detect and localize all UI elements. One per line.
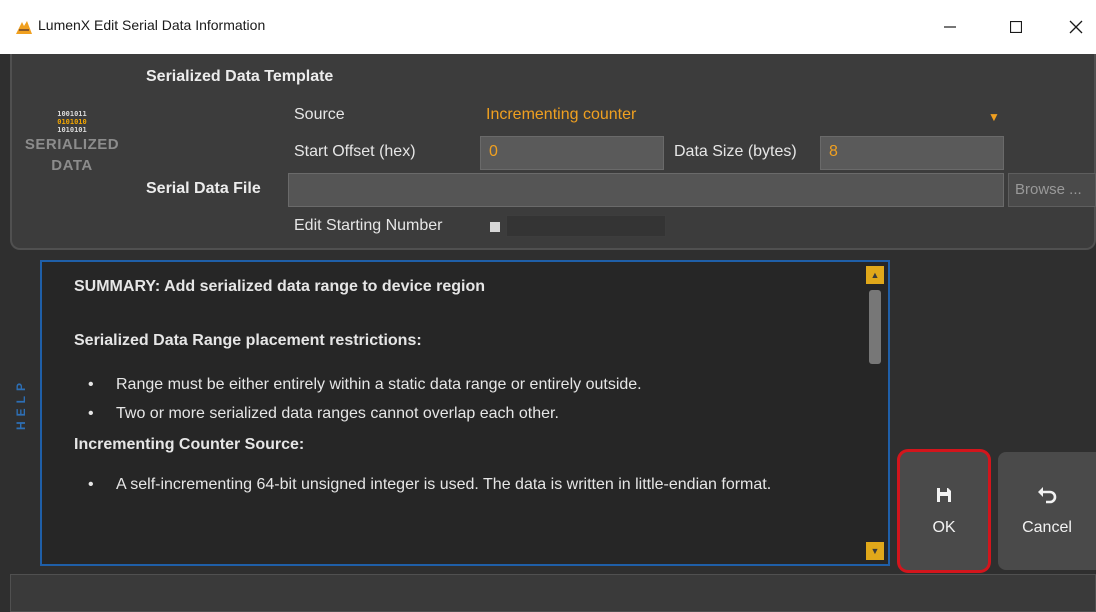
- logo-bits-row: 0101010: [57, 118, 87, 126]
- list-item-text: Two or more serialized data ranges canno…: [116, 405, 559, 422]
- maximize-icon: [1010, 21, 1022, 33]
- minimize-icon: [944, 26, 956, 28]
- list-item: • A self-incrementing 64-bit unsigned int…: [88, 476, 772, 493]
- source-dropdown[interactable]: Incrementing counter: [486, 106, 636, 124]
- counter-list: • A self-incrementing 64-bit unsigned int…: [88, 474, 844, 495]
- help-tab[interactable]: HELP: [14, 354, 34, 454]
- serialized-data-logo: 1001011 0101010 1010101 SERIALIZED DATA: [22, 110, 122, 200]
- maximize-button[interactable]: [986, 0, 1046, 54]
- help-summary: SUMMARY: Add serialized data range to de…: [74, 278, 486, 295]
- help-content: SUMMARY: Add serialized data range to de…: [74, 278, 844, 503]
- help-panel: SUMMARY: Add serialized data range to de…: [40, 260, 890, 566]
- cancel-label: Cancel: [1022, 519, 1072, 536]
- list-item-text: Range must be either entirely within a s…: [116, 376, 642, 393]
- start-offset-input[interactable]: 0: [480, 136, 664, 170]
- data-size-input[interactable]: 8: [820, 136, 1004, 170]
- ok-label: OK: [932, 519, 956, 536]
- restrictions-list: • Range must be either entirely within a …: [88, 374, 844, 424]
- scroll-down-button[interactable]: ▼: [866, 542, 884, 560]
- ok-button[interactable]: OK: [900, 452, 988, 570]
- logo-bits-row: 1010101: [57, 126, 87, 134]
- restrictions-heading: Serialized Data Range placement restrict…: [74, 332, 422, 349]
- undo-icon: [1037, 485, 1057, 505]
- minimize-button[interactable]: [920, 0, 980, 54]
- chevron-down-icon: ▼: [870, 546, 880, 556]
- close-icon: [1069, 20, 1083, 34]
- chevron-up-icon: ▲: [870, 270, 880, 280]
- list-item-text: A self-incrementing 64-bit unsigned inte…: [116, 476, 772, 493]
- source-label: Source: [294, 106, 345, 123]
- data-size-label: Data Size (bytes): [674, 143, 797, 160]
- logo-word-data: DATA: [51, 157, 93, 174]
- edit-starting-number-label: Edit Starting Number: [294, 217, 443, 234]
- list-item: • Two or more serialized data ranges cann…: [88, 405, 559, 422]
- starting-number-input[interactable]: [506, 215, 666, 237]
- scroll-up-button[interactable]: ▲: [866, 266, 884, 284]
- status-bar: [10, 574, 1096, 612]
- cancel-button[interactable]: Cancel: [998, 452, 1096, 570]
- lumenx-app-icon: [16, 21, 32, 34]
- template-heading: Serialized Data Template: [146, 68, 334, 85]
- serial-data-file-label: Serial Data File: [146, 180, 261, 197]
- browse-button[interactable]: Browse ...: [1008, 173, 1096, 207]
- logo-bits-row: 1001011: [57, 110, 87, 118]
- serial-data-file-input[interactable]: [288, 173, 1004, 207]
- dialog-body: 1001011 0101010 1010101 SERIALIZED DATA …: [0, 54, 1096, 612]
- counter-heading: Incrementing Counter Source:: [74, 436, 305, 453]
- chevron-down-icon[interactable]: ▼: [988, 110, 1000, 124]
- scrollbar-thumb[interactable]: [869, 290, 881, 364]
- close-button[interactable]: [1046, 0, 1096, 54]
- logo-word-serialized: SERIALIZED: [24, 136, 120, 153]
- help-scrollbar[interactable]: ▲ ▼: [866, 266, 884, 560]
- edit-starting-number-checkbox[interactable]: [490, 222, 500, 232]
- logo-bits: 1001011 0101010 1010101: [22, 110, 122, 134]
- start-offset-label: Start Offset (hex): [294, 143, 416, 160]
- list-item: • Range must be either entirely within a …: [88, 376, 642, 393]
- window-title: LumenX Edit Serial Data Information: [38, 17, 266, 33]
- save-icon: [934, 485, 954, 505]
- title-bar: LumenX Edit Serial Data Information: [0, 0, 1096, 54]
